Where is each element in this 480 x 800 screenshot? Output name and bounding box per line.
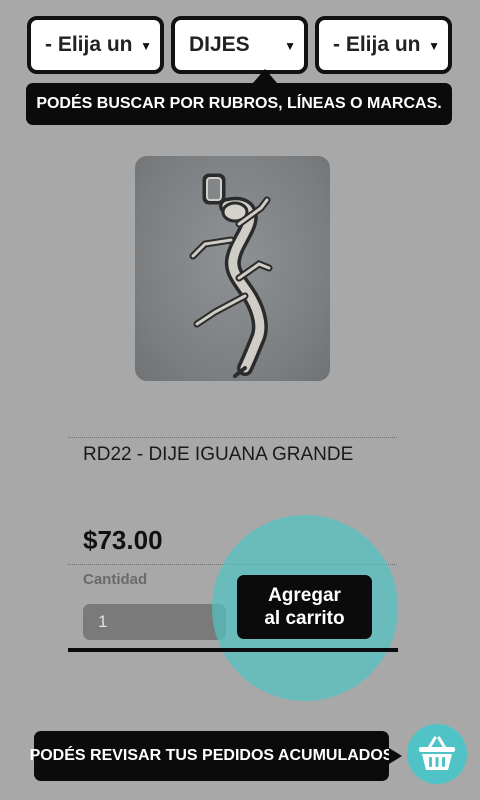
product-title: RD22 - DIJE IGUANA GRANDE [83,444,354,465]
basket-icon [419,736,455,770]
quantity-label: Cantidad [83,571,148,588]
search-hint-text: PODÉS BUSCAR POR RUBROS, LÍNEAS O MARCAS… [36,95,442,112]
cart-button[interactable] [407,724,467,784]
linea-select[interactable]: DIJES ▼ [171,16,308,74]
product-image [135,156,330,381]
rubro-select[interactable]: - Elija un ▼ [27,16,164,74]
marca-select-value: - Elija un [333,33,421,56]
tooltip-arrow [253,69,277,83]
marca-select[interactable]: - Elija un ▼ [315,16,452,74]
add-to-cart-label-line2: al carrito [264,608,345,629]
search-hint-tooltip: PODÉS BUSCAR POR RUBROS, LÍNEAS O MARCAS… [26,69,452,125]
rubro-select-value: - Elija un [45,33,133,56]
product-card-bottom-border [68,648,398,652]
chevron-down-icon: ▼ [140,39,152,53]
tooltip-arrow [389,748,402,764]
divider [68,437,397,438]
orders-hint-tooltip: PODÉS REVISAR TUS PEDIDOS ACUMULADOS [30,731,402,781]
chevron-down-icon: ▼ [428,39,440,53]
orders-hint-text: PODÉS REVISAR TUS PEDIDOS ACUMULADOS [29,747,394,764]
chevron-down-icon: ▼ [284,39,296,53]
quantity-input[interactable] [83,604,226,640]
add-to-cart-label-line1: Agregar [268,585,341,606]
linea-select-value: DIJES [189,33,250,56]
add-to-cart-button[interactable]: Agregar al carrito [237,575,372,639]
iguana-pendant-image [189,173,273,378]
product-price: $73.00 [83,525,163,555]
